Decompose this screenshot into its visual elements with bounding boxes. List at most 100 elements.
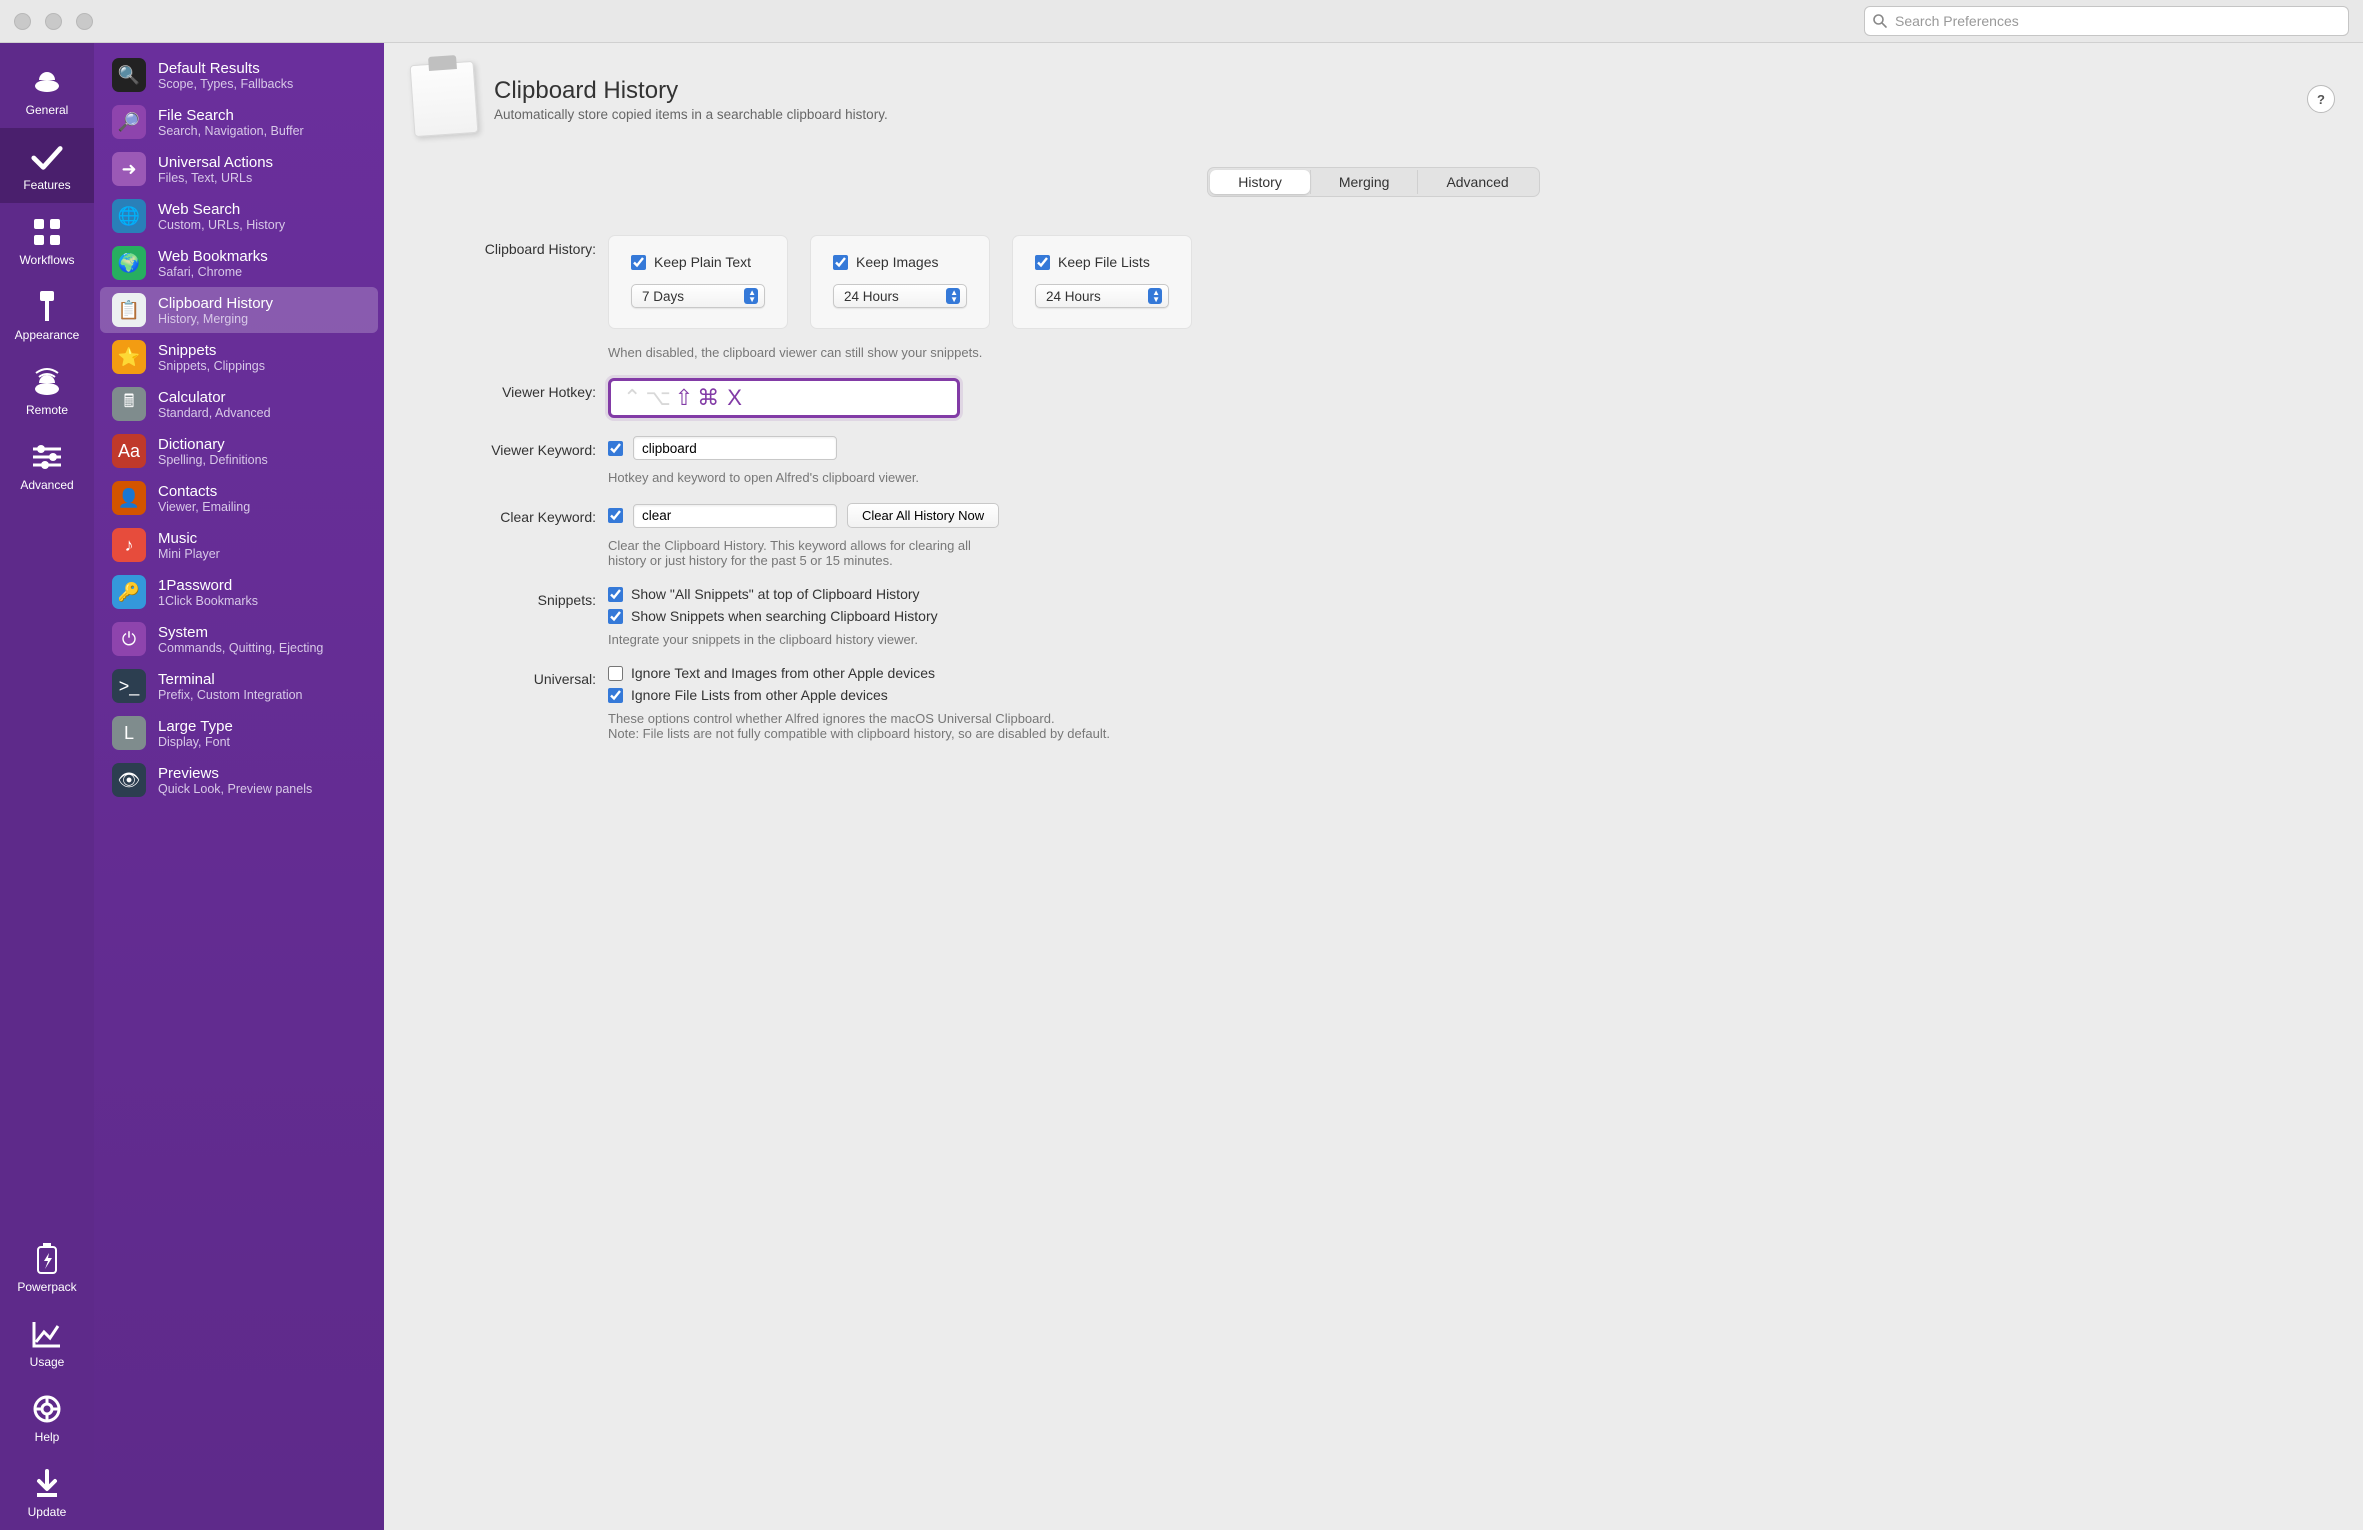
rail-usage[interactable]: Usage <box>0 1305 94 1380</box>
label-viewer-hotkey: Viewer Hotkey: <box>448 378 608 400</box>
label-viewer-keyword: Viewer Keyword: <box>448 436 608 458</box>
feature-title: Large Type <box>158 718 233 735</box>
feature-default-results[interactable]: 🔍Default ResultsScope, Types, Fallbacks <box>100 52 378 98</box>
appearance-icon <box>30 290 64 324</box>
select-value: 24 Hours <box>844 289 899 304</box>
rail-update[interactable]: Update <box>0 1455 94 1530</box>
tab-advanced[interactable]: Advanced <box>1418 170 1536 194</box>
feature-sub: Search, Navigation, Buffer <box>158 124 304 138</box>
feature-previews[interactable]: 👁PreviewsQuick Look, Preview panels <box>100 757 378 803</box>
select-value: 7 Days <box>642 289 684 304</box>
feature-music[interactable]: ♪ MusicMini Player <box>100 522 378 568</box>
show-all-snippets-label: Show "All Snippets" at top of Clipboard … <box>631 586 920 602</box>
feature-title: Music <box>158 530 220 547</box>
snippets-hint: Integrate your snippets in the clipboard… <box>608 632 2299 647</box>
universal-hint: These options control whether Alfred ign… <box>608 711 2299 741</box>
keep-images-checkbox[interactable] <box>833 255 848 270</box>
feature-list[interactable]: 🔍Default ResultsScope, Types, Fallbacks … <box>94 43 384 1530</box>
show-all-snippets-checkbox[interactable] <box>608 587 623 602</box>
rail-label: Workflows <box>19 253 74 267</box>
workflows-icon <box>30 215 64 249</box>
chart-icon <box>30 1317 64 1351</box>
rail-remote[interactable]: Remote <box>0 353 94 428</box>
label-clipboard-history: Clipboard History: <box>448 235 608 257</box>
rail-workflows[interactable]: Workflows <box>0 203 94 278</box>
large-type-icon: L <box>112 716 146 750</box>
clear-keyword-checkbox[interactable] <box>608 508 623 523</box>
tab-bar: History Merging Advanced <box>1207 167 1539 197</box>
rail-advanced[interactable]: Advanced <box>0 428 94 503</box>
magnifier-icon: 🔍 <box>112 58 146 92</box>
feature-sub: Commands, Quitting, Ejecting <box>158 641 323 655</box>
zoom-window[interactable] <box>76 13 93 30</box>
content-header: Clipboard History Automatically store co… <box>384 43 2363 149</box>
show-snippets-search-checkbox[interactable] <box>608 609 623 624</box>
feature-terminal[interactable]: >_TerminalPrefix, Custom Integration <box>100 663 378 709</box>
viewer-keyword-checkbox[interactable] <box>608 441 623 456</box>
feature-clipboard-history[interactable]: 📋Clipboard HistoryHistory, Merging <box>100 287 378 333</box>
search-icon: 🔎 <box>112 105 146 139</box>
help-button[interactable]: ? <box>2307 85 2335 113</box>
feature-snippets[interactable]: ⭐SnippetsSnippets, Clippings <box>100 334 378 380</box>
general-icon <box>30 65 64 99</box>
tab-history[interactable]: History <box>1210 170 1310 194</box>
rail-appearance[interactable]: Appearance <box>0 278 94 353</box>
feature-system[interactable]: ⏻ SystemCommands, Quitting, Ejecting <box>100 616 378 662</box>
rail-help[interactable]: Help <box>0 1380 94 1455</box>
plain-text-duration-select[interactable]: 7 Days ▲▼ <box>631 284 765 308</box>
chevron-updown-icon: ▲▼ <box>950 289 958 303</box>
bookmark-icon: 🌍 <box>112 246 146 280</box>
viewer-hint: Hotkey and keyword to open Alfred's clip… <box>608 470 2299 485</box>
feature-sub: Display, Font <box>158 735 233 749</box>
images-duration-select[interactable]: 24 Hours ▲▼ <box>833 284 967 308</box>
feature-title: Terminal <box>158 671 303 688</box>
eye-icon: 👁 <box>112 763 146 797</box>
keep-plain-text-label: Keep Plain Text <box>654 254 751 270</box>
feature-sub: History, Merging <box>158 312 273 326</box>
keep-file-lists-checkbox[interactable] <box>1035 255 1050 270</box>
clipboard-header-icon <box>410 61 479 137</box>
feature-universal-actions[interactable]: ➜Universal ActionsFiles, Text, URLs <box>100 146 378 192</box>
minimize-window[interactable] <box>45 13 62 30</box>
search-input[interactable] <box>1864 6 2349 36</box>
feature-large-type[interactable]: L Large TypeDisplay, Font <box>100 710 378 756</box>
rail-features[interactable]: Features <box>0 128 94 203</box>
feature-calculator[interactable]: 🖩CalculatorStandard, Advanced <box>100 381 378 427</box>
close-window[interactable] <box>14 13 31 30</box>
feature-dictionary[interactable]: AaDictionarySpelling, Definitions <box>100 428 378 474</box>
rail-label: Update <box>28 1505 67 1519</box>
feature-contacts[interactable]: 👤ContactsViewer, Emailing <box>100 475 378 521</box>
music-icon: ♪ <box>112 528 146 562</box>
feature-title: System <box>158 624 323 641</box>
feature-1password[interactable]: 🔑1Password1Click Bookmarks <box>100 569 378 615</box>
keep-plain-text-checkbox[interactable] <box>631 255 646 270</box>
settings-panel: History Merging Advanced Clipboard Histo… <box>406 159 2341 843</box>
file-lists-duration-select[interactable]: 24 Hours▲▼ <box>1035 284 1169 308</box>
feature-sub: Files, Text, URLs <box>158 171 273 185</box>
feature-title: Calculator <box>158 389 271 406</box>
calculator-icon: 🖩 <box>112 387 146 421</box>
download-icon <box>30 1467 64 1501</box>
rail-general[interactable]: General <box>0 53 94 128</box>
feature-file-search[interactable]: 🔎File SearchSearch, Navigation, Buffer <box>100 99 378 145</box>
viewer-keyword-input[interactable] <box>633 436 837 460</box>
feature-sub: Prefix, Custom Integration <box>158 688 303 702</box>
help-icon <box>30 1392 64 1426</box>
feature-title: Web Bookmarks <box>158 248 268 265</box>
viewer-hotkey-field[interactable]: ⌃⌥⇧⌘X <box>608 378 960 418</box>
rail-label: Usage <box>30 1355 65 1369</box>
clear-keyword-input[interactable] <box>633 504 837 528</box>
feature-title: 1Password <box>158 577 258 594</box>
feature-web-bookmarks[interactable]: 🌍Web BookmarksSafari, Chrome <box>100 240 378 286</box>
rail-powerpack[interactable]: Powerpack <box>0 1230 94 1305</box>
ignore-text-images-checkbox[interactable] <box>608 666 623 681</box>
power-icon: ⏻ <box>112 622 146 656</box>
tab-merging[interactable]: Merging <box>1310 170 1419 194</box>
sidebar-rail: General Features Workflows Appearance Re… <box>0 43 94 1530</box>
chevron-updown-icon: ▲▼ <box>748 289 756 303</box>
ignore-file-lists-checkbox[interactable] <box>608 688 623 703</box>
feature-web-search[interactable]: 🌐Web SearchCustom, URLs, History <box>100 193 378 239</box>
clear-history-button[interactable]: Clear All History Now <box>847 503 999 528</box>
feature-sub: Mini Player <box>158 547 220 561</box>
feature-sub: Viewer, Emailing <box>158 500 250 514</box>
